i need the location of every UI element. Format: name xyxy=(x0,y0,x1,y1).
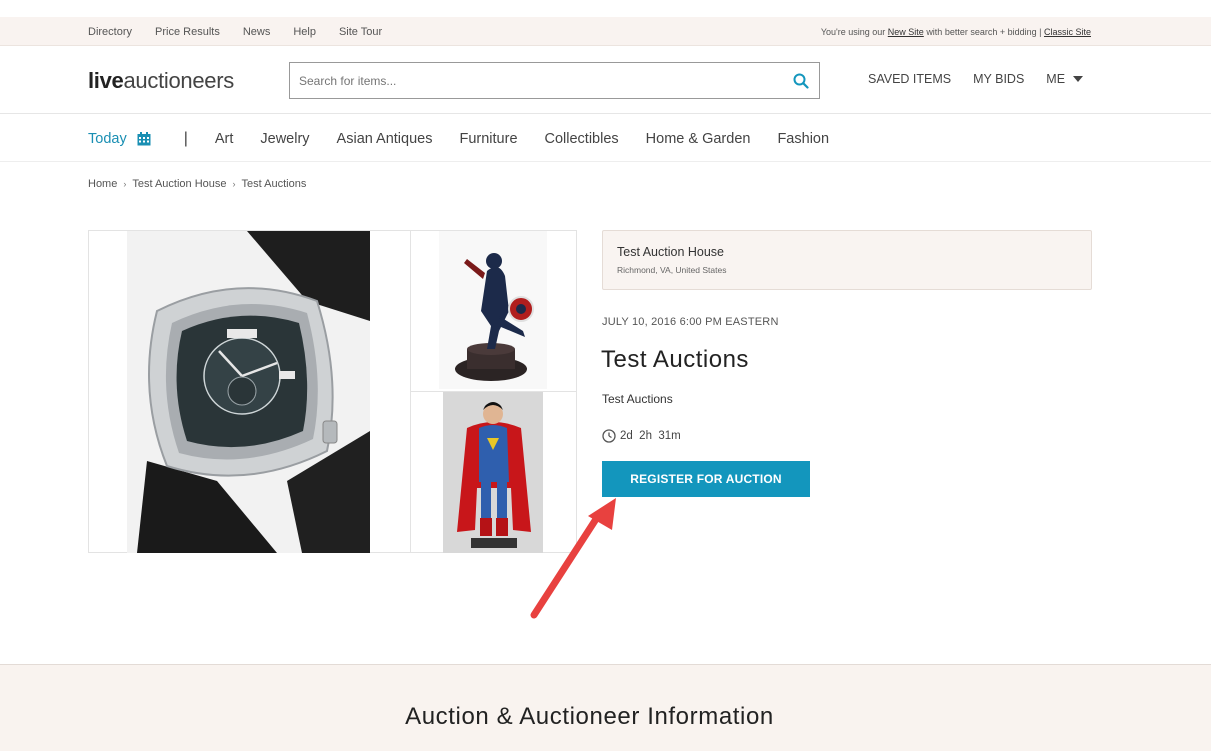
today-label: Today xyxy=(88,130,127,147)
utility-bar: Directory Price Results News Help Site T… xyxy=(0,17,1211,46)
gallery-divider xyxy=(410,231,411,553)
auction-description: Test Auctions xyxy=(602,392,673,406)
header-nav: SAVED ITEMS MY BIDS ME xyxy=(868,72,1084,86)
breadcrumb-auction-house[interactable]: Test Auction House xyxy=(132,178,226,190)
category-nav-inner: Today | Art Jewelry Asian Antiques Furni… xyxy=(88,115,856,162)
watch-image xyxy=(127,231,370,553)
me-label: ME xyxy=(1046,72,1066,86)
auction-house-location: Richmond, VA, United States xyxy=(617,265,727,275)
category-art[interactable]: Art xyxy=(215,131,234,147)
auction-house-card[interactable]: Test Auction House Richmond, VA, United … xyxy=(602,230,1092,290)
utility-link-site-tour[interactable]: Site Tour xyxy=(339,26,382,38)
utility-nav: Directory Price Results News Help Site T… xyxy=(88,17,405,46)
category-jewelry[interactable]: Jewelry xyxy=(260,131,309,147)
thumbnail-captain-america[interactable] xyxy=(439,231,547,389)
new-site-link[interactable]: New Site xyxy=(888,27,924,37)
chevron-right-icon: › xyxy=(123,179,127,189)
category-furniture[interactable]: Furniture xyxy=(459,131,517,147)
countdown-timer: 2d 2h 31m xyxy=(602,429,681,443)
breadcrumb: Home › Test Auction House › Test Auction… xyxy=(88,178,306,190)
header: liveauctioneers SAVED ITEMS MY BIDS ME xyxy=(0,46,1211,114)
clock-icon xyxy=(602,429,616,443)
category-nav: Today | Art Jewelry Asian Antiques Furni… xyxy=(0,115,1211,162)
figurine-image xyxy=(439,231,547,389)
search-box xyxy=(289,62,820,99)
utility-link-directory[interactable]: Directory xyxy=(88,26,132,38)
image-gallery xyxy=(88,230,577,553)
auction-title: Test Auctions xyxy=(601,346,749,373)
info-section-title: Auction & Auctioneer Information xyxy=(405,703,774,730)
logo-bold: live xyxy=(88,68,124,93)
auction-house-name[interactable]: Test Auction House xyxy=(617,245,724,259)
auction-info-section: Auction & Auctioneer Information xyxy=(0,664,1211,751)
logo-light: auctioneers xyxy=(123,68,235,93)
category-collectibles[interactable]: Collectibles xyxy=(545,131,619,147)
superman-image xyxy=(443,392,543,553)
calendar-icon xyxy=(137,131,151,145)
thumbnail-superman[interactable] xyxy=(443,392,543,553)
site-version-notice: You're using our New Site with better se… xyxy=(821,17,1091,46)
utility-link-help[interactable]: Help xyxy=(293,26,316,38)
category-home-garden[interactable]: Home & Garden xyxy=(646,131,751,147)
saved-items-link[interactable]: SAVED ITEMS xyxy=(868,72,951,86)
utility-link-news[interactable]: News xyxy=(243,26,271,38)
utility-link-price-results[interactable]: Price Results xyxy=(155,26,220,38)
category-fashion[interactable]: Fashion xyxy=(777,131,829,147)
category-asian-antiques[interactable]: Asian Antiques xyxy=(337,131,433,147)
notice-prefix: You're using our xyxy=(820,26,886,37)
register-for-auction-button[interactable]: REGISTER FOR AUCTION xyxy=(602,461,810,497)
main-image-watch[interactable] xyxy=(127,231,370,553)
page: Directory Price Results News Help Site T… xyxy=(0,0,1211,751)
search-icon[interactable] xyxy=(793,73,809,89)
me-menu[interactable]: ME xyxy=(1046,72,1084,86)
classic-site-link[interactable]: Classic Site xyxy=(1044,27,1091,37)
today-link[interactable]: Today xyxy=(88,131,151,147)
search-input[interactable] xyxy=(299,72,779,90)
caret-down-icon xyxy=(1073,76,1084,82)
chevron-right-icon: › xyxy=(232,179,236,189)
countdown-value: 2d 2h 31m xyxy=(620,430,681,442)
breadcrumb-auction[interactable]: Test Auctions xyxy=(242,178,307,190)
nav-separator: | xyxy=(183,129,188,147)
logo[interactable]: liveauctioneers xyxy=(88,68,234,94)
my-bids-link[interactable]: MY BIDS xyxy=(973,72,1024,86)
notice-middle: with better search + bidding | xyxy=(926,26,1042,37)
auction-date: JULY 10, 2016 6:00 PM EASTERN xyxy=(602,316,779,328)
breadcrumb-home[interactable]: Home xyxy=(88,178,117,190)
